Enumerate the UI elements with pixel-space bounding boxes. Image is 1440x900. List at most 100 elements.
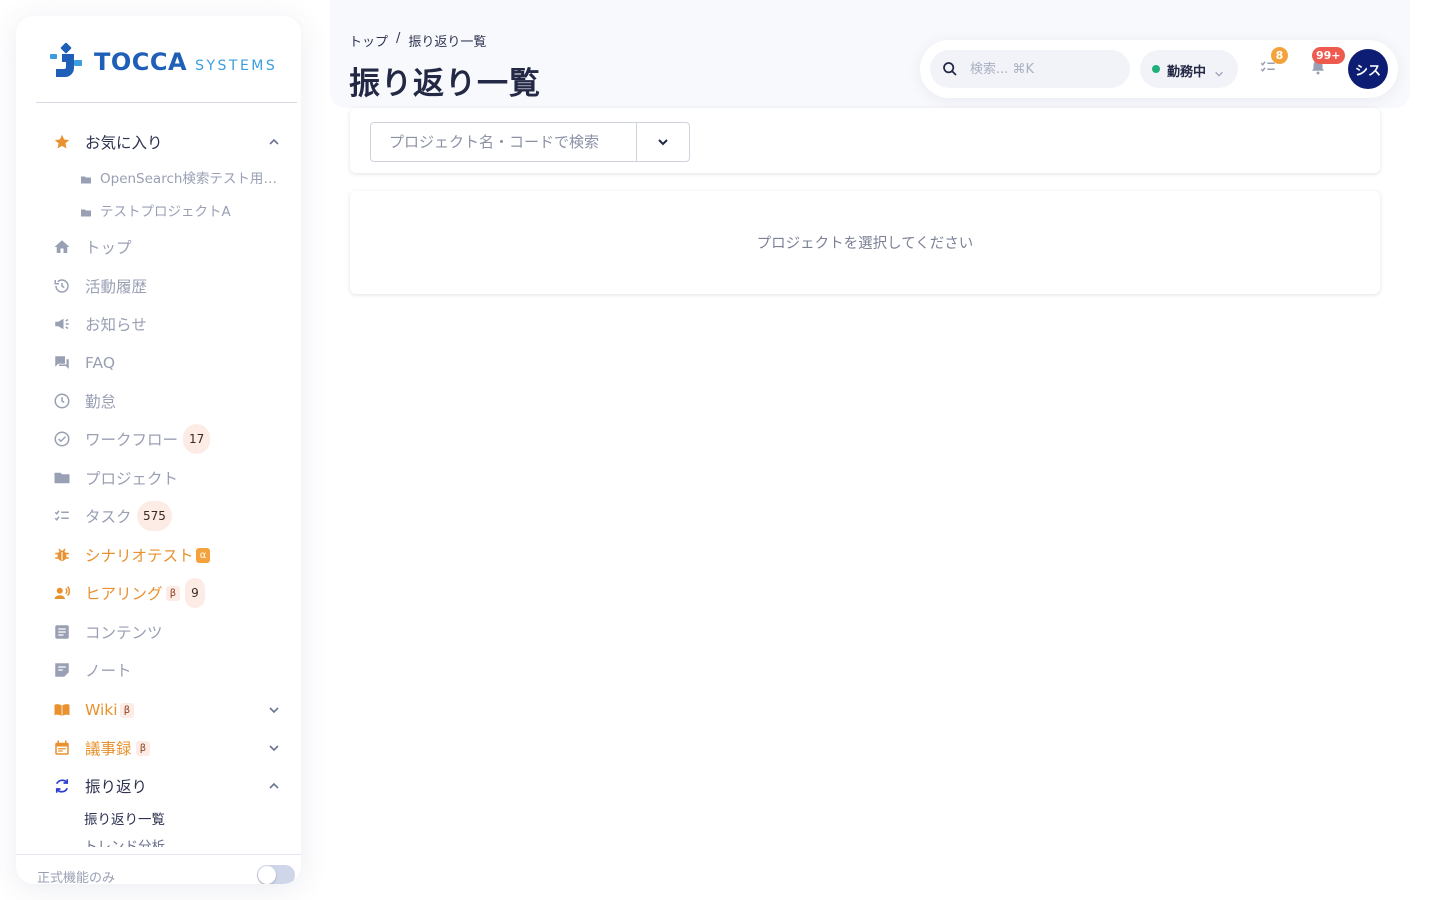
folder-icon	[80, 171, 92, 184]
sidebar-item-minutes[interactable]: 議事録 β	[16, 730, 301, 766]
sidebar-subitem-trend[interactable]: トレンド分析	[16, 831, 301, 847]
notifications-button[interactable]: 99+	[1304, 47, 1345, 83]
notifications-count-badge: 99+	[1312, 47, 1345, 64]
sidebar-item-retro[interactable]: 振り返り	[16, 768, 301, 804]
beta-tag: β	[166, 585, 180, 601]
tasks-button[interactable]: 8	[1254, 47, 1288, 83]
sidebar-item-task[interactable]: タスク 575	[16, 498, 301, 534]
sidebar-item-news[interactable]: お知らせ	[16, 306, 301, 342]
forum-icon	[52, 353, 72, 373]
project-select[interactable]	[370, 122, 690, 162]
refresh-icon	[52, 776, 72, 796]
sidebar-item-label: お気に入り	[85, 134, 163, 152]
chevron-up-icon[interactable]	[268, 136, 280, 148]
clock-icon	[52, 391, 72, 411]
work-status-label: 勤務中	[1167, 65, 1207, 80]
book-icon	[52, 700, 72, 720]
breadcrumb-current: 振り返り一覧	[408, 35, 487, 50]
checklist-icon	[52, 506, 72, 526]
user-avatar[interactable]: シス	[1348, 49, 1388, 89]
sidebar-item-hearing[interactable]: ヒアリング β 9	[16, 575, 301, 611]
logo-mark-icon	[50, 42, 82, 77]
count-badge: 575	[137, 501, 172, 531]
sidebar-item-label: シナリオテスト	[85, 547, 194, 565]
breadcrumb-home[interactable]: トップ	[349, 31, 388, 50]
sidebar-item-note[interactable]: ノート	[16, 652, 301, 688]
beta-tag: β	[136, 740, 150, 756]
sidebar-item-label: プロジェクト	[85, 470, 179, 488]
chevron-up-icon[interactable]	[268, 780, 280, 792]
chevron-down-icon[interactable]	[268, 742, 280, 754]
chevron-down-icon	[1214, 64, 1224, 77]
global-search[interactable]	[930, 50, 1130, 88]
work-status-dropdown[interactable]: 勤務中	[1140, 50, 1238, 88]
tasks-count-badge: 8	[1271, 47, 1288, 64]
voice-icon	[52, 583, 72, 603]
breadcrumb-separator: /	[396, 31, 401, 46]
sidebar-item-faq[interactable]: FAQ	[16, 345, 301, 381]
sidebar-item-label: コンテンツ	[85, 624, 163, 642]
sidebar-item-activity[interactable]: 活動履歴	[16, 268, 301, 304]
sidebar-item-favorites[interactable]: お気に入り	[16, 124, 301, 160]
sidebar-item-label: トップ	[85, 239, 132, 257]
empty-state-card: プロジェクトを選択してください	[350, 191, 1380, 294]
sidebar-item-scenario-test[interactable]: シナリオテスト α	[16, 537, 301, 573]
sidebar-item-label: ノート	[85, 662, 132, 680]
sidebar-footer: 正式機能のみ	[16, 854, 301, 884]
favorite-item[interactable]: テストプロジェクトA	[16, 195, 301, 225]
sidebar-item-label: 活動履歴	[85, 278, 148, 296]
check-circle-icon	[52, 429, 72, 449]
beta-tag: β	[120, 702, 134, 718]
sidebar-item-contents[interactable]: コンテンツ	[16, 614, 301, 650]
sidebar-item-label: FAQ	[85, 354, 116, 372]
article-icon	[52, 622, 72, 642]
sidebar-item-project[interactable]: プロジェクト	[16, 460, 301, 496]
sidebar-item-label: タスク	[85, 508, 132, 526]
calendar-icon	[52, 738, 72, 758]
official-only-label: 正式機能のみ	[37, 871, 116, 884]
page-title: 振り返り一覧	[349, 66, 541, 102]
project-filter-card	[350, 108, 1380, 173]
folder-icon	[80, 204, 92, 217]
note-icon	[52, 660, 72, 680]
status-online-dot	[1152, 65, 1160, 73]
chevron-down-icon	[657, 133, 669, 152]
breadcrumb: トップ / 振り返り一覧	[349, 31, 486, 50]
alpha-tag: α	[196, 547, 210, 563]
sidebar-item-attendance[interactable]: 勤怠	[16, 383, 301, 419]
megaphone-icon	[52, 314, 72, 334]
top-toolbar: 勤務中 8 99+ シス	[920, 40, 1398, 98]
folder-icon	[52, 468, 72, 488]
star-icon	[52, 132, 72, 152]
bug-icon	[52, 545, 72, 565]
sidebar-item-top[interactable]: トップ	[16, 229, 301, 265]
sidebar-item-workflow[interactable]: ワークフロー 17	[16, 421, 301, 457]
sidebar-item-label: 振り返り	[85, 778, 148, 796]
global-search-input[interactable]	[970, 50, 1120, 88]
home-icon	[52, 237, 72, 257]
sidebar-item-label: お知らせ	[85, 316, 147, 334]
logo-divider	[36, 102, 297, 103]
brand-name: TOCCA	[94, 48, 188, 76]
search-icon	[942, 61, 958, 77]
brand-logo[interactable]: TOCCA SYSTEMS	[46, 42, 277, 82]
count-badge: 17	[183, 424, 211, 454]
sidebar-item-wiki[interactable]: Wiki β	[16, 692, 301, 728]
official-only-toggle[interactable]	[257, 865, 295, 884]
project-search-input[interactable]	[371, 123, 637, 161]
sidebar-subitem-retro-list[interactable]: 振り返り一覧	[16, 803, 301, 833]
history-icon	[52, 276, 72, 296]
sidebar-item-label: ワークフロー	[85, 431, 179, 449]
favorite-item[interactable]: OpenSearch検索テスト用プ...	[16, 162, 301, 192]
favorite-item-label: テストプロジェクトA	[100, 204, 231, 220]
count-badge: 9	[185, 578, 205, 608]
chevron-down-icon[interactable]	[268, 704, 280, 716]
project-dropdown-toggle[interactable]	[637, 123, 689, 161]
empty-state-message: プロジェクトを選択してください	[756, 236, 974, 252]
subitem-label: トレンド分析	[84, 839, 165, 847]
sidebar-item-label: Wiki	[85, 701, 118, 719]
subitem-label: 振り返り一覧	[84, 812, 165, 828]
sidebar: TOCCA SYSTEMS お気に入り OpenSearch検索テスト用プ...…	[16, 16, 301, 884]
sidebar-item-label: 勤怠	[85, 393, 117, 411]
brand-sub: SYSTEMS	[195, 58, 278, 74]
